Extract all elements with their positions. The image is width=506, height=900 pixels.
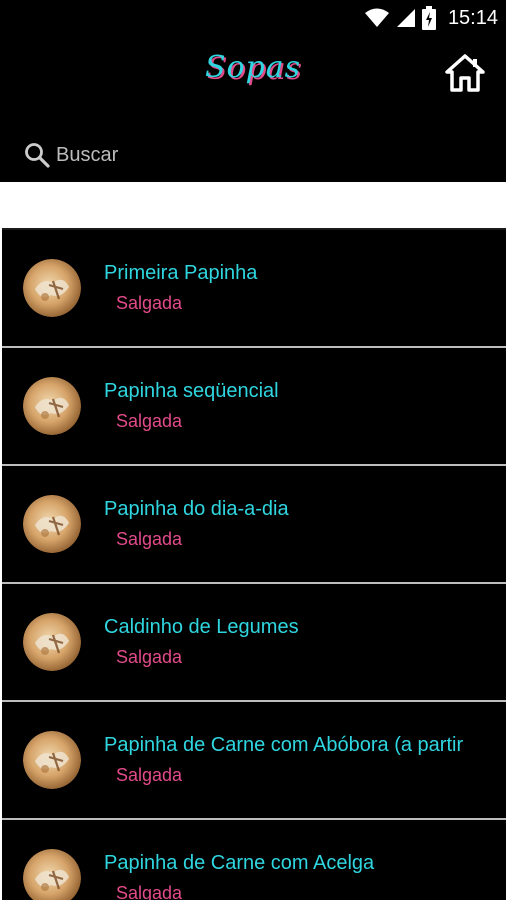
recipe-list-item[interactable]: Caldinho de Legumes Salgada — [2, 582, 506, 700]
recipe-title: Papinha do dia-a-dia — [104, 498, 289, 520]
recipe-list-item[interactable]: Papinha do dia-a-dia Salgada — [2, 464, 506, 582]
recipe-title: Papinha seqüencial — [104, 380, 279, 402]
recipe-thumbnail — [23, 495, 81, 553]
soup-image-icon — [23, 849, 81, 900]
recipe-thumbnail — [23, 613, 81, 671]
recipe-list-item[interactable]: Papinha de Carne com Abóbora (a partir S… — [2, 700, 506, 818]
recipe-category: Salgada — [116, 647, 183, 667]
home-button[interactable] — [444, 53, 486, 93]
spacer — [0, 182, 506, 228]
recipe-category: Salgada — [116, 529, 183, 549]
recipe-title: Caldinho de Legumes — [104, 616, 299, 638]
recipe-list-item[interactable]: Papinha seqüencial Salgada — [2, 346, 506, 464]
app-bar: Sopas — [0, 36, 506, 182]
recipe-list-item[interactable]: Papinha de Carne com Acelga Salgada — [2, 818, 506, 900]
recipe-category: Salgada — [116, 883, 183, 900]
recipe-thumbnail — [23, 849, 81, 900]
recipe-list[interactable]: Primeira Papinha Salgada Papinha seqüenc… — [0, 228, 506, 900]
battery-charging-icon — [421, 6, 436, 30]
soup-image-icon — [23, 259, 81, 317]
signal-icon — [396, 9, 415, 27]
wifi-icon — [364, 8, 389, 27]
recipe-thumbnail — [23, 731, 81, 789]
soup-image-icon — [23, 613, 81, 671]
recipe-list-item[interactable]: Primeira Papinha Salgada — [2, 228, 506, 346]
soup-image-icon — [23, 731, 81, 789]
status-bar: 15:14 — [0, 0, 506, 36]
soup-image-icon — [23, 495, 81, 553]
recipe-title: Primeira Papinha — [104, 262, 258, 284]
recipe-title: Papinha de Carne com Acelga — [104, 852, 375, 874]
home-icon — [445, 54, 485, 92]
app-title: Sopas — [204, 50, 302, 85]
recipe-category: Salgada — [116, 765, 183, 785]
search-input[interactable] — [50, 143, 356, 167]
soup-image-icon — [23, 377, 81, 435]
recipe-category: Salgada — [116, 411, 183, 431]
status-icons: 15:14 — [364, 4, 498, 32]
recipe-thumbnail — [23, 377, 81, 435]
recipe-title: Papinha de Carne com Abóbora (a partir — [104, 734, 464, 756]
status-time: 15:14 — [447, 6, 498, 29]
search-bar[interactable] — [24, 140, 356, 170]
recipe-thumbnail — [23, 259, 81, 317]
recipe-category: Salgada — [116, 293, 183, 313]
search-icon — [25, 143, 50, 168]
